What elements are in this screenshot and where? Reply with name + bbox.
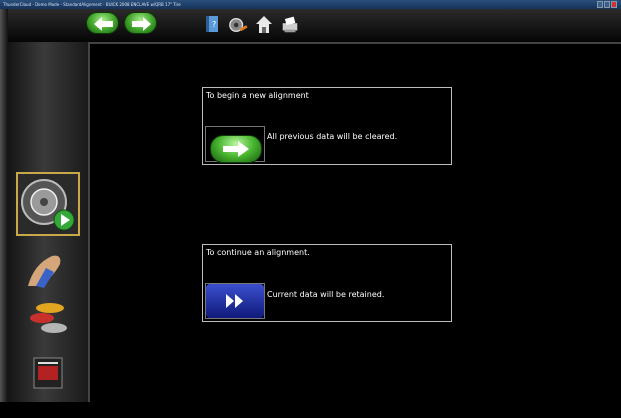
- continue-alignment-message: Current data will be retained.: [267, 290, 385, 299]
- arrow-left-icon: [94, 17, 113, 31]
- new-alignment-title: To begin a new alignment: [206, 91, 309, 100]
- new-alignment-button[interactable]: [205, 126, 265, 163]
- title-bar: ThunderCloud - Demo Mode - StandardAlign…: [0, 0, 621, 9]
- close-button[interactable]: [611, 1, 617, 8]
- fast-forward-icon: [226, 294, 243, 308]
- arrow-right-icon: [132, 17, 151, 31]
- sidebar-edge: [0, 9, 8, 402]
- arrow-right-icon: [223, 141, 249, 157]
- sidebar-item-specs[interactable]: [16, 354, 80, 418]
- main-content: To begin a new alignment All previous da…: [88, 42, 621, 402]
- wheel-alignment-start-icon: [21, 179, 75, 231]
- wheel-tools-icon[interactable]: [228, 13, 248, 37]
- maximize-button[interactable]: [604, 1, 610, 8]
- forward-button[interactable]: [124, 12, 157, 34]
- minimize-button[interactable]: [597, 1, 603, 8]
- vehicle-select-icon: [30, 303, 67, 333]
- specs-icon: [33, 357, 63, 389]
- continue-alignment-button[interactable]: [205, 283, 265, 319]
- home-icon[interactable]: [254, 13, 274, 37]
- blue-forward-button-face: [206, 284, 264, 318]
- help-book-icon[interactable]: ?: [202, 13, 222, 37]
- back-button[interactable]: [86, 12, 119, 34]
- adjust-hand-icon: [28, 255, 61, 288]
- sidebar-item-alignment[interactable]: [16, 172, 80, 236]
- new-alignment-message: All previous data will be cleared.: [267, 132, 398, 141]
- new-alignment-panel: To begin a new alignment All previous da…: [202, 87, 452, 165]
- svg-text:?: ?: [212, 20, 216, 29]
- top-toolbar: ?: [0, 9, 621, 42]
- continue-alignment-title: To continue an alignment.: [206, 248, 310, 257]
- window-title: ThunderCloud - Demo Mode - StandardAlign…: [3, 2, 181, 7]
- continue-alignment-panel: To continue an alignment. Current data w…: [202, 244, 452, 322]
- sidebar-item-vehicle[interactable]: [16, 298, 80, 362]
- green-arrow-button-face: [210, 135, 262, 163]
- sidebar: [8, 42, 88, 402]
- printer-icon[interactable]: [280, 13, 300, 37]
- window-controls: [597, 1, 617, 8]
